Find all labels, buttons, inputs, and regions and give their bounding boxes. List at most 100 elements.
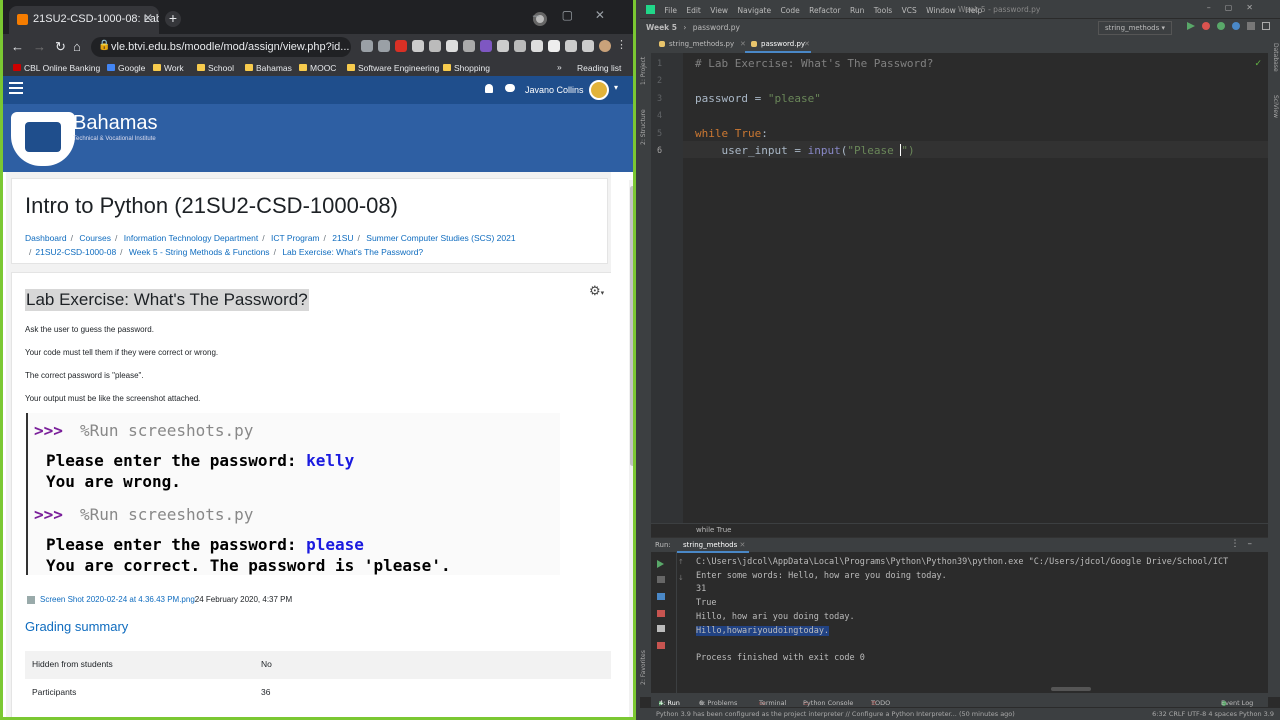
status-right[interactable]: 6:32 CRLF UTF-8 4 spaces Python 3.9 <box>1152 710 1274 718</box>
menu-icon[interactable]: ⋮ <box>616 40 628 52</box>
bookmark-item[interactable]: Work <box>153 63 184 73</box>
breadcrumb-item[interactable]: Courses <box>79 233 111 243</box>
menu-refactor[interactable]: Refactor <box>809 6 840 15</box>
menu-view[interactable]: View <box>710 6 728 15</box>
bookmark-item[interactable]: School <box>197 63 234 73</box>
rerun-icon[interactable] <box>657 560 664 568</box>
extension-icon[interactable] <box>412 40 424 52</box>
extension-icon[interactable] <box>395 40 407 52</box>
close-tab-icon[interactable]: ✕ <box>740 541 746 549</box>
breadcrumb-item[interactable]: Information Technology Department <box>124 233 259 243</box>
menu-file[interactable]: File <box>664 6 677 15</box>
forward-icon[interactable]: → <box>33 39 46 54</box>
project-tool-tab[interactable]: 1: Project <box>640 45 651 85</box>
zoom-icon[interactable] <box>361 40 373 52</box>
bookmark-item[interactable]: Bahamas <box>245 63 292 73</box>
project-crumb[interactable]: Week 5 <box>646 23 677 32</box>
avatar[interactable] <box>589 80 609 100</box>
run-icon[interactable] <box>1187 22 1195 30</box>
profile-icon[interactable] <box>1232 22 1240 30</box>
coverage-icon[interactable] <box>1217 22 1225 30</box>
code-editor[interactable]: 1 2 3 4 5 6 # Lab Exercise: What's The P… <box>651 53 1268 523</box>
trash-icon[interactable] <box>657 642 665 649</box>
run-tab[interactable]: string_methods ✕ <box>676 541 750 553</box>
extension-icon[interactable] <box>531 40 543 52</box>
breadcrumb-item[interactable]: Summer Computer Studies (SCS) 2021 <box>366 233 515 243</box>
bookmark-item[interactable]: Shopping <box>443 63 490 73</box>
code-breadcrumb-item[interactable]: while True <box>696 526 731 534</box>
close-tab-icon[interactable]: ✕ <box>740 40 746 48</box>
bookmark-item[interactable]: Google <box>107 63 145 73</box>
chevron-down-icon[interactable]: ▾ <box>614 83 618 92</box>
print-icon[interactable] <box>657 625 665 632</box>
breadcrumb-item[interactable]: ICT Program <box>271 233 320 243</box>
extension-icon[interactable] <box>548 40 560 52</box>
menu-code[interactable]: Code <box>781 6 800 15</box>
breadcrumb-item[interactable]: 21SU2-CSD-1000-08 <box>35 247 116 257</box>
stop-icon[interactable] <box>657 576 665 583</box>
breadcrumb-item[interactable]: Week 5 - String Methods & Functions <box>129 247 270 257</box>
scroll-down-icon[interactable]: ↓ <box>678 574 684 582</box>
tab-string-methods[interactable]: string_methods.py <box>659 40 734 48</box>
close-tab-icon[interactable]: ✕ <box>143 11 153 25</box>
window-controls[interactable]: –▢✕ <box>1207 3 1267 12</box>
profile-icon[interactable] <box>599 40 611 52</box>
media-icon[interactable] <box>582 40 594 52</box>
search-icon[interactable] <box>1262 22 1270 30</box>
breadcrumb-item[interactable]: Dashboard <box>25 233 67 243</box>
home-icon[interactable]: ⌂ <box>73 39 81 54</box>
breadcrumb-item[interactable]: Lab Exercise: What's The Password? <box>282 247 423 257</box>
extension-icon[interactable] <box>429 40 441 52</box>
run-configuration-select[interactable]: string_methods ▾ <box>1097 21 1172 35</box>
database-tool-tab[interactable]: Database <box>1269 43 1279 83</box>
extension-icon[interactable] <box>463 40 475 52</box>
pin-icon[interactable] <box>657 610 665 617</box>
star-icon[interactable] <box>378 40 390 52</box>
extension-icons[interactable]: ⋮ <box>361 40 628 52</box>
file-crumb[interactable]: password.py <box>693 23 740 32</box>
status-message[interactable]: Python 3.9 has been configured as the pr… <box>656 710 1015 718</box>
gear-icon[interactable]: ⚙▾ <box>589 283 604 299</box>
window-controls[interactable]: –▢✕ <box>533 8 627 22</box>
console-scrollbar[interactable] <box>1051 687 1091 691</box>
menu-tools[interactable]: Tools <box>874 6 892 15</box>
close-tab-icon[interactable]: ✕ <box>804 40 810 48</box>
back-icon[interactable]: ← <box>11 39 24 54</box>
reload-icon[interactable]: ↻ <box>55 39 66 55</box>
tab-password[interactable]: password.py <box>744 40 812 53</box>
address-bar[interactable]: 🔒 vle.btvi.edu.bs/moodle/mod/assign/view… <box>91 37 351 57</box>
inspection-ok-icon[interactable]: ✓ <box>1254 59 1262 69</box>
bookmark-item[interactable]: MOOC <box>299 63 336 73</box>
scrollbar-thumb[interactable] <box>630 186 633 466</box>
reading-list[interactable]: Reading list <box>577 63 621 73</box>
extension-icon[interactable] <box>480 40 492 52</box>
notification-bell-icon[interactable] <box>485 84 493 93</box>
menu-navigate[interactable]: Navigate <box>737 6 771 15</box>
messages-icon[interactable] <box>505 84 515 92</box>
menu-edit[interactable]: Edit <box>686 6 701 15</box>
menu-window[interactable]: Window <box>926 6 956 15</box>
puzzle-icon[interactable] <box>565 40 577 52</box>
hamburger-menu-icon[interactable] <box>9 82 23 94</box>
browser-tab[interactable]: 21SU2-CSD-1000-08: Lab Exercise ✕ <box>9 6 159 34</box>
page-scrollbar[interactable] <box>629 180 633 717</box>
debug-icon[interactable] <box>1202 22 1210 30</box>
extension-icon[interactable] <box>514 40 526 52</box>
panel-options-icon[interactable]: ⋮– <box>1231 539 1261 549</box>
menu-run[interactable]: Run <box>850 6 864 15</box>
new-tab-button[interactable]: + <box>165 11 181 27</box>
structure-tool-tab[interactable]: 2: Structure <box>640 97 651 145</box>
menu-vcs[interactable]: VCS <box>902 6 917 15</box>
bookmark-item[interactable]: CBL Online Banking <box>13 63 100 73</box>
breadcrumb-item[interactable]: 21SU <box>332 233 353 243</box>
stop-icon[interactable] <box>1247 22 1255 30</box>
scroll-up-icon[interactable]: ↑ <box>678 558 684 566</box>
favorites-tool-tab[interactable]: 2: Favorites <box>640 637 651 685</box>
bookmarks-overflow[interactable]: » <box>557 62 562 72</box>
sciview-tool-tab[interactable]: SciView <box>1269 95 1279 131</box>
bookmark-item[interactable]: Software Engineering <box>347 63 439 73</box>
user-name[interactable]: Javano Collins <box>525 85 584 95</box>
layout-icon[interactable] <box>657 593 665 600</box>
console-output[interactable]: C:\Users\jdcol\AppData\Local\Programs\Py… <box>696 556 1266 666</box>
attachment-link[interactable]: Screen Shot 2020-02-24 at 4.36.43 PM.png <box>40 595 195 604</box>
